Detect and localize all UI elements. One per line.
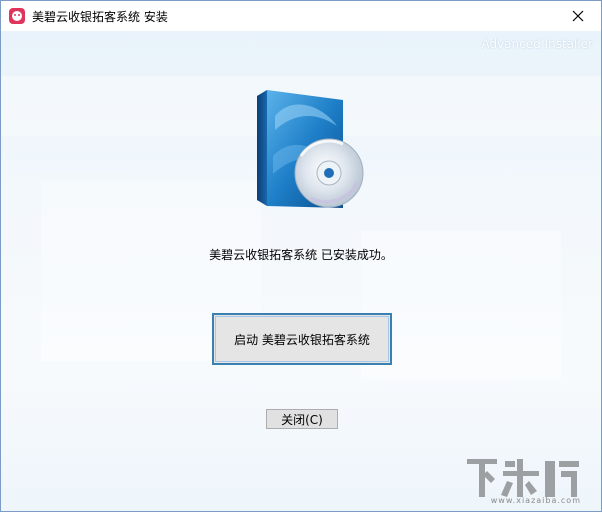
software-box-icon xyxy=(257,90,364,208)
close-button-label: 关闭(C) xyxy=(281,412,323,427)
launch-app-button[interactable]: 启动 美碧云收银拓客系统 xyxy=(212,313,392,365)
brand-label: Advanced Installer xyxy=(481,37,593,51)
close-button[interactable]: 关闭(C) xyxy=(266,409,338,429)
window-title: 美碧云收银拓客系统 安装 xyxy=(32,10,168,24)
watermark-url: www.xiazaiba.com xyxy=(490,496,581,505)
window-close-button[interactable] xyxy=(555,1,601,31)
content-area: Advanced Installer 美碧云收银拓客系统 已安装成功。 启动 美… xyxy=(1,31,601,511)
title-bar: 美碧云收银拓客系统 安装 xyxy=(1,1,601,31)
launch-app-label: 启动 美碧云收银拓客系统 xyxy=(234,332,370,347)
close-icon xyxy=(572,10,584,22)
installer-window: 美碧云收银拓客系统 安装 Advanced Installer 美碧云收银拓客系… xyxy=(0,0,602,512)
app-icon xyxy=(9,8,25,24)
install-success-message: 美碧云收银拓客系统 已安装成功。 xyxy=(209,248,393,262)
